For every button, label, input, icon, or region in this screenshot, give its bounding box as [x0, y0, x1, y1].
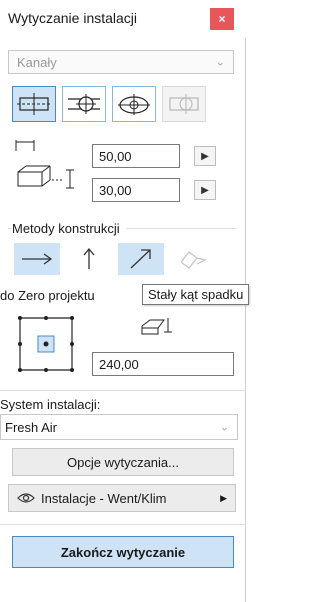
- close-button[interactable]: ×: [210, 8, 234, 30]
- round-segment-icon: [68, 94, 100, 114]
- arrow-diagonal-icon: [130, 249, 151, 269]
- divider: [0, 390, 246, 391]
- oval-segment-icon: [118, 94, 150, 115]
- system-label: System instalacji:: [0, 397, 101, 412]
- horizontal-method-button[interactable]: [14, 243, 60, 275]
- finish-routing-button[interactable]: Zakończ wytyczanie: [12, 536, 234, 568]
- chevron-right-icon: ▶: [220, 492, 227, 503]
- offset-input[interactable]: 240,00: [92, 352, 234, 376]
- system-value: Fresh Air: [5, 419, 58, 435]
- arrow-up-icon: [83, 247, 95, 269]
- segment-flexible-button: [162, 86, 206, 122]
- width-options-button[interactable]: ▶: [194, 146, 216, 166]
- tooltip: Stały kąt spadku: [142, 284, 250, 305]
- flexible-segment-icon: [169, 94, 199, 114]
- segment-type-group: [12, 86, 206, 122]
- slope-method-button[interactable]: [118, 243, 164, 275]
- chevron-down-icon: ⌄: [215, 56, 225, 69]
- reference-label: do Zero projektu: [0, 288, 95, 303]
- methods-section-label: Metody konstrukcji: [12, 221, 126, 236]
- elevation-offset-icon: [141, 318, 172, 335]
- routing-options-button[interactable]: Opcje wytyczania...: [12, 448, 234, 476]
- chevron-down-icon: ⌄: [219, 421, 229, 434]
- window-title: Wytyczanie instalacji: [8, 10, 138, 26]
- segment-round-button[interactable]: [62, 86, 106, 122]
- straight-segment-icon: [17, 93, 51, 115]
- layer-label: Instalacje - Went/Klim: [41, 490, 167, 506]
- divider: [0, 524, 246, 525]
- system-dropdown[interactable]: Fresh Air ⌄: [0, 414, 238, 440]
- system-category-value: Kanały: [17, 54, 57, 70]
- segment-oval-button[interactable]: [112, 86, 156, 122]
- height-options-button[interactable]: ▶: [194, 180, 216, 200]
- layer-button[interactable]: Instalacje - Went/Klim ▶: [8, 484, 236, 512]
- anchor-point-grid[interactable]: [12, 310, 80, 378]
- title-bar: Wytyczanie instalacji ×: [0, 0, 246, 38]
- system-category-dropdown[interactable]: Kanały ⌄: [8, 50, 234, 74]
- width-dimension-icon: [15, 140, 35, 151]
- angled-duct-icon: [180, 251, 207, 269]
- arrow-right-icon: [22, 253, 53, 265]
- duct-size-icon: [17, 165, 74, 189]
- angled-method-button[interactable]: [170, 243, 216, 275]
- routing-panel: Kanały ⌄ 50,00 ▶ 30,00 ▶ Metody konstruk…: [0, 38, 250, 602]
- vertical-method-button[interactable]: [66, 243, 112, 275]
- width-input[interactable]: 50,00: [92, 144, 180, 168]
- height-input[interactable]: 30,00: [92, 178, 180, 202]
- segment-straight-button[interactable]: [12, 86, 56, 122]
- eye-icon: [17, 493, 35, 503]
